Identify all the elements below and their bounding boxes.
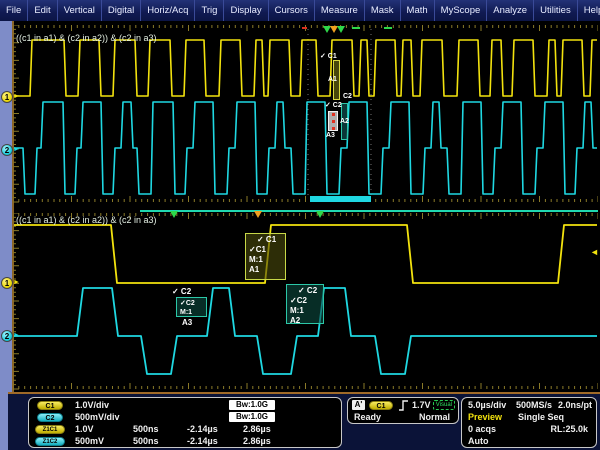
z1c2-timebase: 500ns — [133, 436, 159, 446]
a2-mode: M:1 — [290, 306, 323, 316]
menu-trig[interactable]: Trig — [195, 0, 224, 21]
visual-trigger-badge[interactable]: Visual — [433, 400, 455, 410]
channel2-marker-lower[interactable]: 2 — [1, 330, 13, 342]
rising-edge-icon — [398, 400, 409, 411]
channel2-arrow-lower-icon: ► — [13, 332, 20, 339]
menu-analyze[interactable]: Analyze — [487, 0, 534, 21]
ch2-scale[interactable]: 500mV/div — [75, 412, 120, 422]
vt-area-a1-lower[interactable]: ✓ C1 ✓C1 M:1 A1 — [245, 233, 286, 280]
zoom1-ch2-badge[interactable]: Z1C2 — [35, 437, 65, 446]
upper-graticule[interactable] — [13, 25, 598, 203]
vt-upper-c2-check-label: ✓ C2 — [325, 101, 342, 109]
vt-area-a3-upper-selected[interactable] — [328, 111, 338, 131]
fastacq-status: Auto — [468, 436, 489, 446]
z1c2-t2: 2.86µs — [243, 436, 271, 446]
lower-c1-trace — [14, 225, 597, 283]
trigger-level-arrow-icon[interactable]: ◄ — [590, 247, 599, 257]
preview-indicator: Preview — [468, 412, 502, 422]
vt-upper-a1-label: A1 — [328, 76, 337, 83]
channel1-arrow-upper-icon: ► — [13, 93, 20, 100]
tekscope-window: File Edit Vertical Digital Horiz/Acq Tri… — [0, 0, 600, 450]
menu-math[interactable]: Math — [401, 0, 435, 21]
upper-trigger-equation: ((c1 in a1) & (c2 in a2)) & (c2 in a3) — [16, 33, 157, 43]
vt-upper-a2-label: A2 — [340, 118, 349, 125]
menu-display[interactable]: Display — [224, 0, 268, 21]
vt-upper-c1-check-label: ✓ C1 — [320, 52, 337, 60]
a1-mode: M:1 — [249, 255, 285, 265]
trigger-status: Ready — [354, 412, 381, 422]
vt-area-a2-lower[interactable]: ✓ C2 ✓C2 M:1 A2 — [286, 284, 324, 324]
trigger-source-badge[interactable]: C1 — [369, 401, 393, 410]
mask-tick-green1 — [352, 27, 360, 29]
ch1-bandwidth[interactable]: Bw:1.0G — [229, 400, 275, 410]
a1-name: A1 — [249, 265, 285, 275]
zoom-timeline — [140, 210, 598, 212]
menu-edit[interactable]: Edit — [28, 0, 57, 21]
trigger-event-badge[interactable]: A' — [352, 400, 365, 410]
upper-c1-trace — [14, 40, 597, 96]
menu-help[interactable]: Help — [578, 0, 600, 21]
menu-file[interactable]: File — [0, 0, 28, 21]
z1c2-t1: -2.14µs — [187, 436, 218, 446]
menu-myscope[interactable]: MyScope — [435, 0, 488, 21]
menu-utilities[interactable]: Utilities — [534, 0, 578, 21]
menu-horiz-acq[interactable]: Horiz/Acq — [141, 0, 195, 21]
channel1-marker-lower[interactable]: 1 — [1, 277, 13, 289]
a2-name: A2 — [290, 316, 323, 326]
status-bar: C1 1.0V/div Bw:1.0G C2 500mV/div Bw:1.0G… — [8, 392, 600, 450]
vt-upper-a3-label: A3 — [326, 132, 335, 139]
z1c2-scale: 500mV — [75, 436, 104, 446]
channel2-marker-upper[interactable]: 2 — [1, 144, 13, 156]
z1c1-timebase: 500ns — [133, 424, 159, 434]
upper-c2-trace — [14, 102, 597, 194]
a2-channel: ✓C2 — [290, 296, 323, 306]
vertical-readout-panel: C1 1.0V/div Bw:1.0G C2 500mV/div Bw:1.0G… — [28, 397, 342, 448]
menu-vertical[interactable]: Vertical — [58, 0, 102, 21]
acquisition-mode[interactable]: Single Seq — [518, 412, 564, 422]
z1c1-scale: 1.0V — [75, 424, 94, 434]
menu-measure[interactable]: Measure — [315, 0, 365, 21]
horizontal-readout-panel: 5.0µs/div 500MS/s 2.0ns/pt Preview Singl… — [461, 397, 597, 448]
vt-upper-c2-name-label: C2 — [343, 93, 352, 100]
sample-rate: 500MS/s — [516, 400, 552, 410]
ch2-bandwidth[interactable]: Bw:1.0G — [229, 412, 275, 422]
a3-name: A3 — [182, 318, 192, 327]
lower-zoom-marker-right-icon[interactable] — [316, 211, 324, 218]
z1c1-t2: 2.86µs — [243, 424, 271, 434]
mask-tick-red — [302, 27, 307, 29]
menu-mask[interactable]: Mask — [365, 0, 401, 21]
lower-trigger-equation: ((c1 in a1) & (c2 in a2)) & (c2 in a3) — [16, 215, 157, 225]
ch2-badge[interactable]: C2 — [37, 413, 63, 422]
record-length: RL:25.0k — [550, 424, 588, 434]
zoom-marker-right-icon[interactable] — [337, 26, 345, 33]
ch1-badge[interactable]: C1 — [37, 401, 63, 410]
menu-cursors[interactable]: Cursors — [269, 0, 315, 21]
z1c1-t1: -2.14µs — [187, 424, 218, 434]
acquisition-count: 0 acqs — [468, 424, 496, 434]
a3-mode: M:1 — [180, 308, 206, 317]
a1-channel: ✓C1 — [249, 245, 285, 255]
a3-source-check: ✓ C2 — [172, 287, 191, 296]
trigger-mode: Normal — [419, 412, 450, 422]
trigger-level[interactable]: 1.7V — [412, 400, 431, 410]
a3-channel: ✓C2 — [180, 299, 206, 308]
channel2-arrow-upper-icon: ► — [13, 146, 20, 153]
a2-source-check: ✓ C2 — [290, 286, 323, 296]
sample-resolution: 2.0ns/pt — [558, 400, 592, 410]
lower-zoom-marker-left-icon[interactable] — [170, 211, 178, 218]
vt-area-a3-lower[interactable]: ✓C2 M:1 — [176, 297, 207, 317]
horizontal-scale[interactable]: 5.0µs/div — [468, 400, 506, 410]
menu-digital[interactable]: Digital — [102, 0, 141, 21]
mask-tick-green2 — [384, 27, 392, 29]
lower-trigger-position-icon[interactable] — [254, 211, 262, 218]
menu-bar: File Edit Vertical Digital Horiz/Acq Tri… — [0, 0, 600, 21]
trigger-readout-panel: A' C1 1.7V Visual Ready Normal — [347, 397, 459, 424]
zoom-region-bar[interactable] — [310, 196, 371, 202]
channel1-marker-upper[interactable]: 1 — [1, 91, 13, 103]
ch1-scale[interactable]: 1.0V/div — [75, 400, 109, 410]
channel1-arrow-lower-icon: ► — [13, 279, 20, 286]
zoom1-ch1-badge[interactable]: Z1C1 — [35, 425, 65, 434]
a1-source-check: ✓ C1 — [249, 235, 285, 245]
